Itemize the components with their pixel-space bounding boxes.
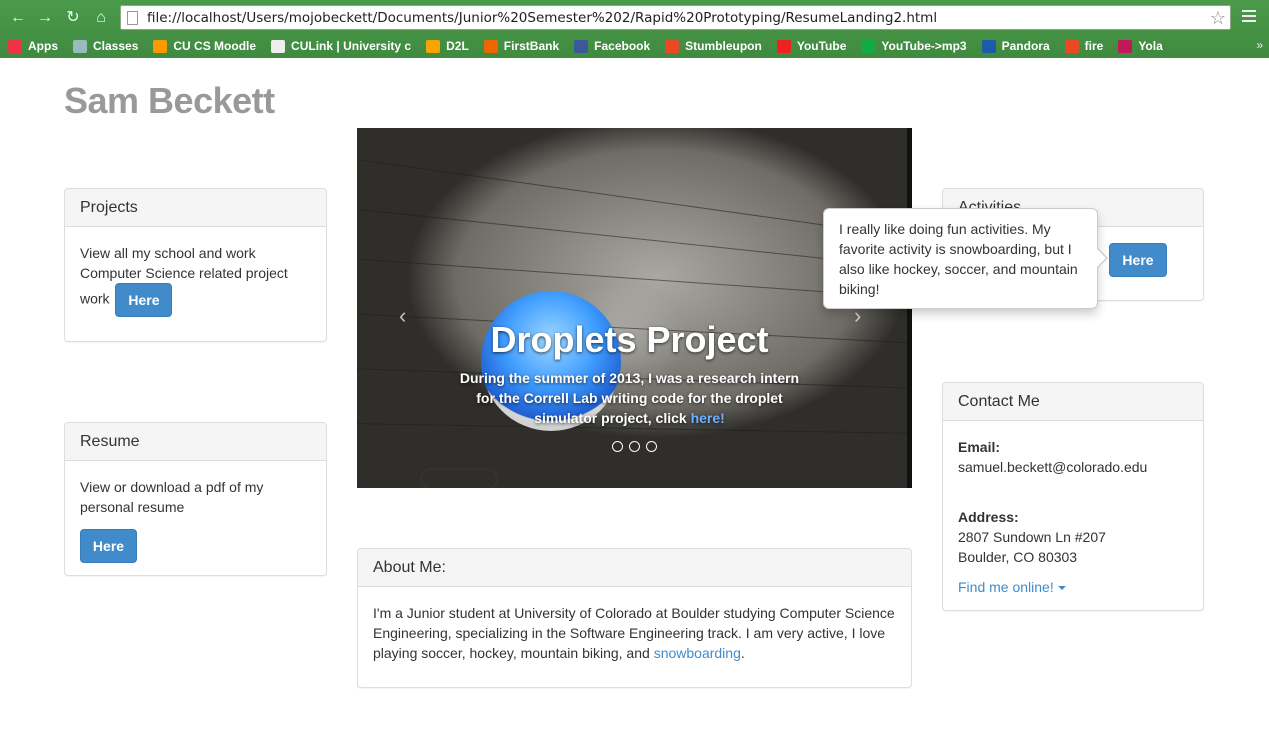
folder-icon [73,39,87,53]
carousel-here-link[interactable]: here! [691,410,725,426]
reload-icon[interactable]: ↻ [63,8,83,28]
activities-here-button[interactable]: Here [1109,243,1167,277]
caret-down-icon [1057,586,1066,591]
bookmark-9[interactable]: YouTube->mp3 [861,39,967,53]
bookmark-12[interactable]: Yola [1118,39,1163,53]
email-value: samuel.beckett@colorado.edu [958,459,1148,475]
bookmark-label: Yola [1138,39,1163,53]
projects-text: View all my school and work Computer Sci… [80,245,288,307]
projects-here-button[interactable]: Here [115,283,173,317]
bookmark-2[interactable]: CU CS Moodle [153,39,256,53]
bookmark-label: YouTube->mp3 [881,39,967,53]
bookmark-4[interactable]: D2L [426,39,469,53]
carousel-text: During the summer of 2013, I was a resea… [457,368,802,428]
activities-popover: I really like doing fun activities. My f… [823,208,1108,309]
about-heading: About Me: [358,549,911,587]
email-label: Email: [958,439,1001,455]
bookmark-11[interactable]: fire [1064,39,1104,53]
ytmp3-icon [861,39,876,53]
bookmark-label: Apps [28,39,58,53]
browser-toolbar: ← → ↻ ⌂ file://localhost/Users/mojobecke… [0,0,1269,35]
back-icon[interactable]: ← [8,8,28,28]
facebook-icon [574,39,589,53]
url-text[interactable]: file://localhost/Users/mojobeckett/Docum… [147,10,937,26]
bookmark-star-icon[interactable]: ☆ [1210,7,1226,29]
pandora-icon [981,39,996,53]
bookmark-10[interactable]: Pandora [981,39,1050,53]
resume-here-button[interactable]: Here [80,529,137,563]
snowboarding-link[interactable]: snowboarding [654,645,741,661]
yola-icon [1118,39,1133,53]
find-me-online-dropdown[interactable]: Find me online! [958,579,1054,595]
bookmarks-bar: Apps Classes CU CS Moodle CULink | Universi… [0,35,1269,57]
bookmark-3[interactable]: CULink | University c [271,39,411,53]
bookmark-label: fire [1084,39,1104,53]
bookmark-label: D2L [446,39,469,53]
carousel-indicator[interactable] [612,441,623,452]
bookmark-0[interactable]: Apps [8,39,58,53]
stumbleupon-icon [665,39,680,53]
projects-panel: Projects View all my school and work Com… [64,188,327,342]
bookmark-8[interactable]: YouTube [776,39,847,53]
contact-body: Email: samuel.beckett@colorado.edu Addre… [943,421,1203,613]
bookmark-label: Facebook [594,39,651,53]
about-body: I'm a Junior student at University of Co… [358,587,911,679]
browser-chrome: ← → ↻ ⌂ file://localhost/Users/mojobecke… [0,0,1269,58]
bookmark-label: YouTube [796,39,847,53]
d2l-icon [426,39,441,53]
bookmark-label: Classes [93,39,139,53]
page-icon [127,11,138,25]
resume-panel: Resume View or download a pdf of my pers… [64,422,327,576]
bookmarks-overflow-icon[interactable]: » [1256,38,1263,52]
carousel-indicator[interactable] [629,441,640,452]
bookmark-label: Stumbleupon [685,39,762,53]
bookmark-5[interactable]: FirstBank [483,39,560,53]
carousel-title: Droplets Project [490,319,769,360]
carousel-text-body: During the summer of 2013, I was a resea… [459,370,800,426]
carousel-caption: Droplets Project During the summer of 20… [457,318,802,428]
address-bar[interactable]: file://localhost/Users/mojobeckett/Docum… [120,5,1231,30]
resume-text: View or download a pdf of my personal re… [80,479,264,515]
resume-heading: Resume [65,423,326,461]
page-title: Sam Beckett [64,80,275,121]
bookmark-label: CU CS Moodle [173,39,257,53]
fire-icon [1064,39,1079,53]
contact-panel: Contact Me Email: samuel.beckett@colorad… [942,382,1204,611]
about-text-end: . [740,645,745,661]
apps-grid-icon [8,39,22,53]
address-label: Address: [958,509,1019,525]
bookmark-label: CULink | University c [291,39,412,53]
address-line-2: Boulder, CO 80303 [958,549,1078,565]
bookmark-1[interactable]: Classes [73,39,138,53]
forward-icon[interactable]: → [35,8,55,28]
contact-heading: Contact Me [943,383,1203,421]
youtube-icon [776,39,791,53]
bookmark-label: FirstBank [503,39,560,53]
projects-body: View all my school and work Computer Sci… [65,227,326,333]
address-line-1: 2807 Sundown Ln #207 [958,529,1106,545]
carousel-indicators [612,441,657,452]
bookmark-label: Pandora [1001,39,1050,53]
projects-heading: Projects [65,189,326,227]
popover-text: I really like doing fun activities. My f… [839,221,1078,297]
bookmark-6[interactable]: Facebook [574,39,650,53]
carousel-prev-icon[interactable]: ‹ [399,303,406,329]
about-text: I'm a Junior student at University of Co… [373,605,895,661]
bookmark-7[interactable]: Stumbleupon [665,39,762,53]
home-icon[interactable]: ⌂ [91,8,111,28]
resume-body: View or download a pdf of my personal re… [65,461,326,579]
carousel-indicator[interactable] [646,441,657,452]
firstbank-icon [483,39,498,53]
about-panel: About Me: I'm a Junior student at Univer… [357,548,912,688]
moodle-icon [153,39,168,53]
page-icon [271,39,286,53]
browser-menu-icon[interactable] [1240,7,1258,27]
